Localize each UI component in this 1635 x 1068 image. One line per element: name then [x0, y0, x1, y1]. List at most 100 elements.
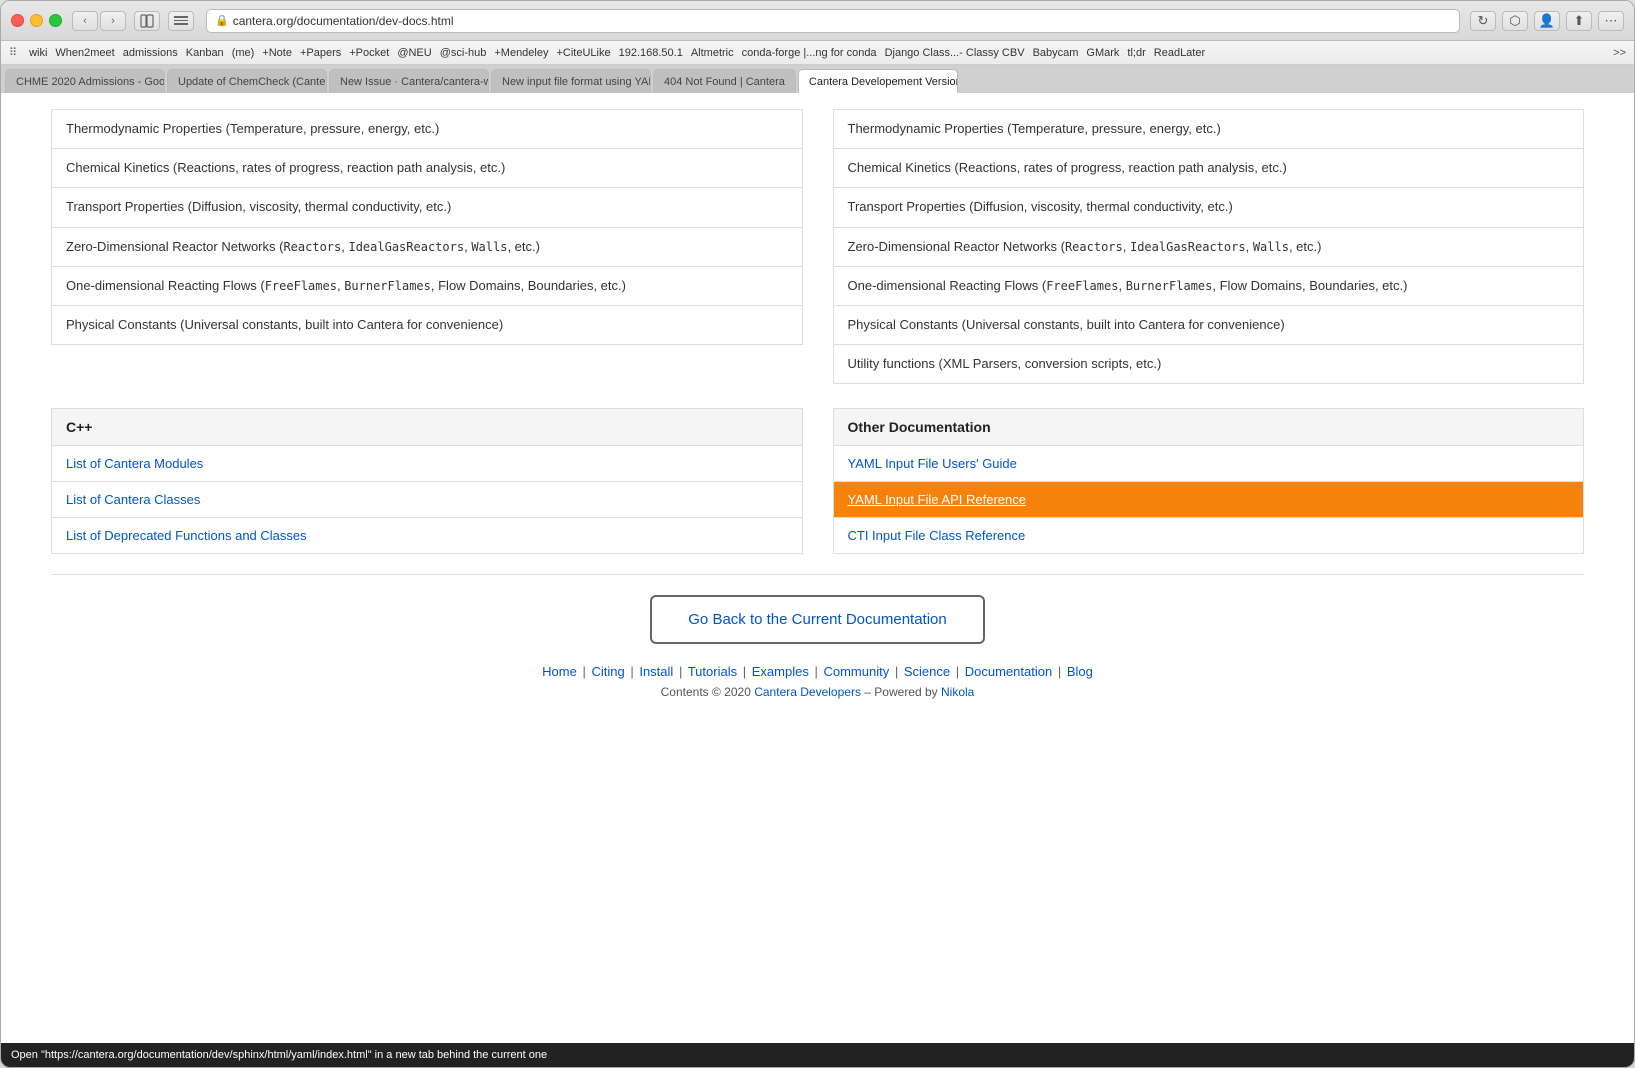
extensions-button[interactable]: ⬡: [1502, 11, 1528, 31]
minimize-button[interactable]: [30, 14, 43, 27]
right-doc-column: Thermodynamic Properties (Temperature, p…: [833, 109, 1585, 384]
footer-citing-link[interactable]: Citing: [591, 664, 624, 679]
bookmarks-more-button[interactable]: >>: [1613, 47, 1626, 59]
cpp-classes-link[interactable]: List of Cantera Classes: [66, 492, 200, 507]
bookmark-papers[interactable]: +Papers: [300, 47, 341, 59]
footer-links: Home | Citing | Install | Tutorials | Ex…: [51, 664, 1584, 679]
other-docs-section: Other Documentation YAML Input File User…: [833, 408, 1585, 554]
tab-label: New Issue · Cantera/cantera-website: [340, 76, 489, 88]
cantera-developers-link[interactable]: Cantera Developers: [754, 685, 861, 699]
footer-install-link[interactable]: Install: [639, 664, 673, 679]
divider: [51, 574, 1584, 575]
footer-sep-3: |: [679, 664, 682, 679]
footer-documentation-link[interactable]: Documentation: [965, 664, 1052, 679]
content-area[interactable]: Thermodynamic Properties (Temperature, p…: [1, 93, 1634, 1043]
status-text: Open "https://cantera.org/documentation/…: [11, 1049, 547, 1061]
bookmark-django[interactable]: Django Class...- Classy CBV: [885, 47, 1025, 59]
cpp-link-3[interactable]: List of Deprecated Functions and Classes: [51, 518, 803, 554]
sidebar-toggle-button[interactable]: [134, 11, 160, 31]
bookmark-babycam[interactable]: Babycam: [1033, 47, 1079, 59]
footer-sep-1: |: [582, 664, 585, 679]
footer-tutorials-link[interactable]: Tutorials: [688, 664, 737, 679]
right-entry-5[interactable]: One-dimensional Reacting Flows (FreeFlam…: [833, 267, 1585, 306]
bookmark-me[interactable]: (me): [232, 47, 255, 59]
tabs-bar: CHME 2020 Admissions - Google Sheets Upd…: [1, 65, 1634, 93]
cpp-link-1[interactable]: List of Cantera Modules: [51, 446, 803, 482]
apps-icon[interactable]: ⠿: [9, 46, 17, 59]
footer-examples-link[interactable]: Examples: [752, 664, 809, 679]
tab-cantera-dev[interactable]: Cantera Developement Version Docume...: [798, 69, 958, 93]
tab-label: 404 Not Found | Cantera: [664, 76, 785, 88]
bookmarks-bar: ⠿ wiki When2meet admissions Kanban (me) …: [1, 41, 1634, 65]
bookmark-mendeley[interactable]: +Mendeley: [494, 47, 548, 59]
other-docs-link-3[interactable]: CTI Input File Class Reference: [833, 518, 1585, 554]
left-entry-6[interactable]: Physical Constants (Universal constants,…: [51, 306, 803, 345]
tab-new-issue[interactable]: New Issue · Cantera/cantera-website: [329, 69, 489, 93]
left-entry-1[interactable]: Thermodynamic Properties (Temperature, p…: [51, 109, 803, 149]
address-bar[interactable]: 🔒 cantera.org/documentation/dev-docs.htm…: [206, 9, 1460, 33]
nikola-link[interactable]: Nikola: [941, 685, 974, 699]
footer-sep-6: |: [895, 664, 898, 679]
footer-sep-7: |: [956, 664, 959, 679]
right-entry-1[interactable]: Thermodynamic Properties (Temperature, p…: [833, 109, 1585, 149]
cpp-header: C++: [51, 408, 803, 446]
left-doc-column: Thermodynamic Properties (Temperature, p…: [51, 109, 803, 384]
bookmark-admissions[interactable]: admissions: [123, 47, 178, 59]
fullscreen-button[interactable]: [49, 14, 62, 27]
bookmark-pocket[interactable]: +Pocket: [349, 47, 389, 59]
titlebar: ‹ › 🔒 cantera.org/documentation/dev-docs…: [1, 1, 1634, 41]
go-back-container: Go Back to the Current Documentation: [51, 595, 1584, 644]
footer-home-link[interactable]: Home: [542, 664, 577, 679]
tab-yaml-issue[interactable]: New input file format using YAML · Issue…: [491, 69, 651, 93]
other-docs-link-2-highlighted[interactable]: YAML Input File API Reference: [833, 482, 1585, 518]
bookmark-kanban[interactable]: Kanban: [186, 47, 224, 59]
bookmark-note[interactable]: +Note: [262, 47, 292, 59]
bookmark-gmark[interactable]: GMark: [1086, 47, 1119, 59]
tab-google-sheets[interactable]: CHME 2020 Admissions - Google Sheets: [5, 69, 165, 93]
bookmark-conda[interactable]: conda-forge |...ng for conda: [742, 47, 877, 59]
footer-community-link[interactable]: Community: [823, 664, 889, 679]
profile-button[interactable]: 👤: [1534, 11, 1560, 31]
go-back-button[interactable]: Go Back to the Current Documentation: [650, 595, 984, 644]
bookmark-tldr[interactable]: tl;dr: [1127, 47, 1145, 59]
right-entry-2[interactable]: Chemical Kinetics (Reactions, rates of p…: [833, 149, 1585, 188]
doc-grid-top: Thermodynamic Properties (Temperature, p…: [51, 109, 1584, 384]
cpp-modules-link[interactable]: List of Cantera Modules: [66, 456, 203, 471]
left-entry-3[interactable]: Transport Properties (Diffusion, viscosi…: [51, 188, 803, 227]
cpp-link-2[interactable]: List of Cantera Classes: [51, 482, 803, 518]
right-entry-3[interactable]: Transport Properties (Diffusion, viscosi…: [833, 188, 1585, 227]
cpp-deprecated-link[interactable]: List of Deprecated Functions and Classes: [66, 528, 307, 543]
tab-404[interactable]: 404 Not Found | Cantera: [653, 69, 796, 93]
bookmark-ip[interactable]: 192.168.50.1: [619, 47, 683, 59]
tab-chemcheck[interactable]: Update of ChemCheck (Cantera debuggi...: [167, 69, 327, 93]
nav-buttons: ‹ ›: [72, 11, 126, 31]
right-entry-7[interactable]: Utility functions (XML Parsers, conversi…: [833, 345, 1585, 384]
more-button[interactable]: ⋯: [1598, 11, 1624, 31]
forward-button[interactable]: ›: [100, 11, 126, 31]
cti-reference-link[interactable]: CTI Input File Class Reference: [848, 528, 1026, 543]
other-docs-link-1[interactable]: YAML Input File Users' Guide: [833, 446, 1585, 482]
yaml-api-reference-link[interactable]: YAML Input File API Reference: [848, 492, 1026, 507]
left-entry-4[interactable]: Zero-Dimensional Reactor Networks (React…: [51, 228, 803, 267]
bookmark-readlater[interactable]: ReadLater: [1154, 47, 1205, 59]
bookmark-neu[interactable]: @NEU: [397, 47, 431, 59]
yaml-users-guide-link[interactable]: YAML Input File Users' Guide: [848, 456, 1017, 471]
bookmark-when2meet[interactable]: When2meet: [55, 47, 114, 59]
share-button[interactable]: ⬆: [1566, 11, 1592, 31]
right-entry-4[interactable]: Zero-Dimensional Reactor Networks (React…: [833, 228, 1585, 267]
right-entry-6[interactable]: Physical Constants (Universal constants,…: [833, 306, 1585, 345]
bookmark-wiki[interactable]: wiki: [29, 47, 47, 59]
tabs-overview-button[interactable]: [168, 11, 194, 31]
reload-button[interactable]: ↻: [1470, 11, 1496, 31]
left-entry-5[interactable]: One-dimensional Reacting Flows (FreeFlam…: [51, 267, 803, 306]
close-button[interactable]: [11, 14, 24, 27]
status-bar: Open "https://cantera.org/documentation/…: [1, 1043, 1634, 1067]
footer-blog-link[interactable]: Blog: [1067, 664, 1093, 679]
cpp-section: C++ List of Cantera Modules List of Cant…: [51, 408, 803, 554]
left-entry-2[interactable]: Chemical Kinetics (Reactions, rates of p…: [51, 149, 803, 188]
bookmark-citelike[interactable]: +CiteULike: [556, 47, 610, 59]
bookmark-scihub[interactable]: @sci-hub: [440, 47, 487, 59]
footer-science-link[interactable]: Science: [904, 664, 950, 679]
bookmark-altmetric[interactable]: Altmetric: [691, 47, 734, 59]
back-button[interactable]: ‹: [72, 11, 98, 31]
